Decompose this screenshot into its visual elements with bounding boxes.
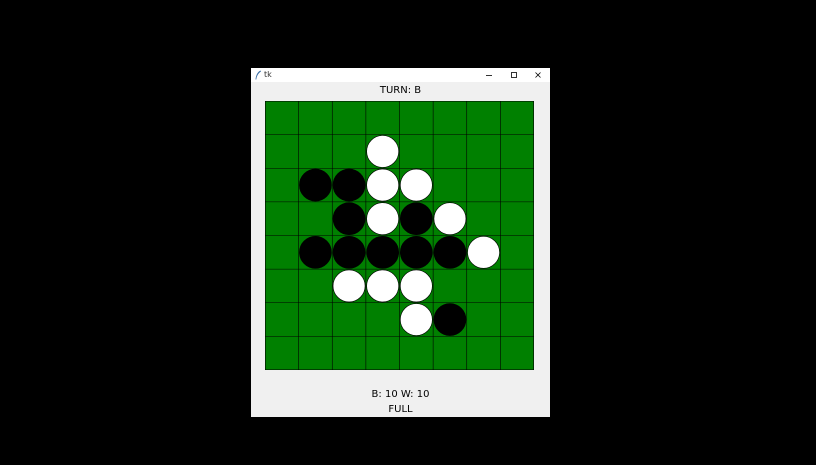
black-piece	[332, 168, 366, 202]
black-piece	[299, 236, 332, 269]
empty-cell[interactable]	[366, 303, 400, 337]
empty-cell[interactable]	[467, 202, 501, 236]
close-icon	[535, 72, 541, 78]
empty-cell[interactable]	[265, 168, 299, 202]
black-piece	[332, 202, 366, 236]
white-piece	[400, 168, 433, 202]
title-bar[interactable]: tk	[251, 68, 550, 82]
empty-cell[interactable]	[467, 101, 501, 135]
empty-cell[interactable]	[500, 202, 534, 236]
empty-cell[interactable]	[332, 303, 366, 337]
black-piece	[366, 236, 400, 269]
empty-cell[interactable]	[299, 135, 333, 169]
othello-board[interactable]	[265, 101, 534, 370]
empty-cell[interactable]	[500, 336, 534, 370]
empty-cell[interactable]	[500, 269, 534, 303]
empty-cell[interactable]	[366, 336, 400, 370]
maximize-button[interactable]	[502, 68, 526, 82]
white-piece	[400, 303, 433, 336]
black-piece	[332, 236, 366, 269]
empty-cell[interactable]	[433, 168, 467, 202]
black-piece	[400, 236, 433, 269]
empty-cell[interactable]	[500, 101, 534, 135]
black-piece	[433, 303, 467, 336]
empty-cell[interactable]	[433, 269, 467, 303]
empty-cell[interactable]	[467, 135, 501, 169]
turn-label: TURN: B	[379, 85, 422, 96]
empty-cell[interactable]	[299, 101, 333, 135]
empty-cell[interactable]	[265, 336, 299, 370]
empty-cell[interactable]	[500, 135, 534, 169]
empty-cell[interactable]	[433, 135, 467, 169]
empty-cell[interactable]	[299, 202, 333, 236]
maximize-icon	[511, 72, 517, 78]
empty-cell[interactable]	[332, 135, 366, 169]
white-piece	[366, 269, 400, 303]
empty-cell[interactable]	[265, 101, 299, 135]
empty-cell[interactable]	[299, 269, 333, 303]
empty-cell[interactable]	[400, 101, 434, 135]
window-title: tk	[264, 70, 272, 79]
empty-cell[interactable]	[265, 202, 299, 236]
empty-cell[interactable]	[332, 336, 366, 370]
feather-icon	[255, 70, 261, 80]
minimize-icon	[486, 75, 492, 76]
empty-cell[interactable]	[299, 336, 333, 370]
empty-cell[interactable]	[467, 269, 501, 303]
black-piece	[433, 236, 467, 269]
minimize-button[interactable]	[477, 68, 501, 82]
white-piece	[467, 236, 500, 269]
black-piece	[400, 202, 433, 236]
empty-cell[interactable]	[467, 336, 501, 370]
empty-cell[interactable]	[366, 101, 400, 135]
white-piece	[366, 202, 400, 236]
empty-cell[interactable]	[400, 336, 434, 370]
empty-cell[interactable]	[265, 269, 299, 303]
empty-cell[interactable]	[265, 236, 299, 270]
empty-cell[interactable]	[433, 336, 467, 370]
empty-cell[interactable]	[299, 303, 333, 337]
white-piece	[433, 202, 467, 236]
app-window: tk TURN: B B: 10 W: 10 FULL	[251, 68, 550, 417]
white-piece	[332, 269, 366, 303]
empty-cell[interactable]	[467, 303, 501, 337]
black-piece	[299, 168, 332, 202]
empty-cell[interactable]	[332, 101, 366, 135]
white-piece	[366, 135, 400, 168]
empty-cell[interactable]	[500, 168, 534, 202]
status-label: FULL	[388, 404, 413, 415]
white-piece	[400, 269, 433, 303]
white-piece	[366, 168, 400, 202]
empty-cell[interactable]	[433, 101, 467, 135]
empty-cell[interactable]	[500, 303, 534, 337]
close-button[interactable]	[526, 68, 550, 82]
empty-cell[interactable]	[500, 236, 534, 270]
empty-cell[interactable]	[400, 135, 434, 169]
score-label: B: 10 W: 10	[371, 389, 430, 400]
empty-cell[interactable]	[265, 303, 299, 337]
empty-cell[interactable]	[467, 168, 501, 202]
empty-cell[interactable]	[265, 135, 299, 169]
